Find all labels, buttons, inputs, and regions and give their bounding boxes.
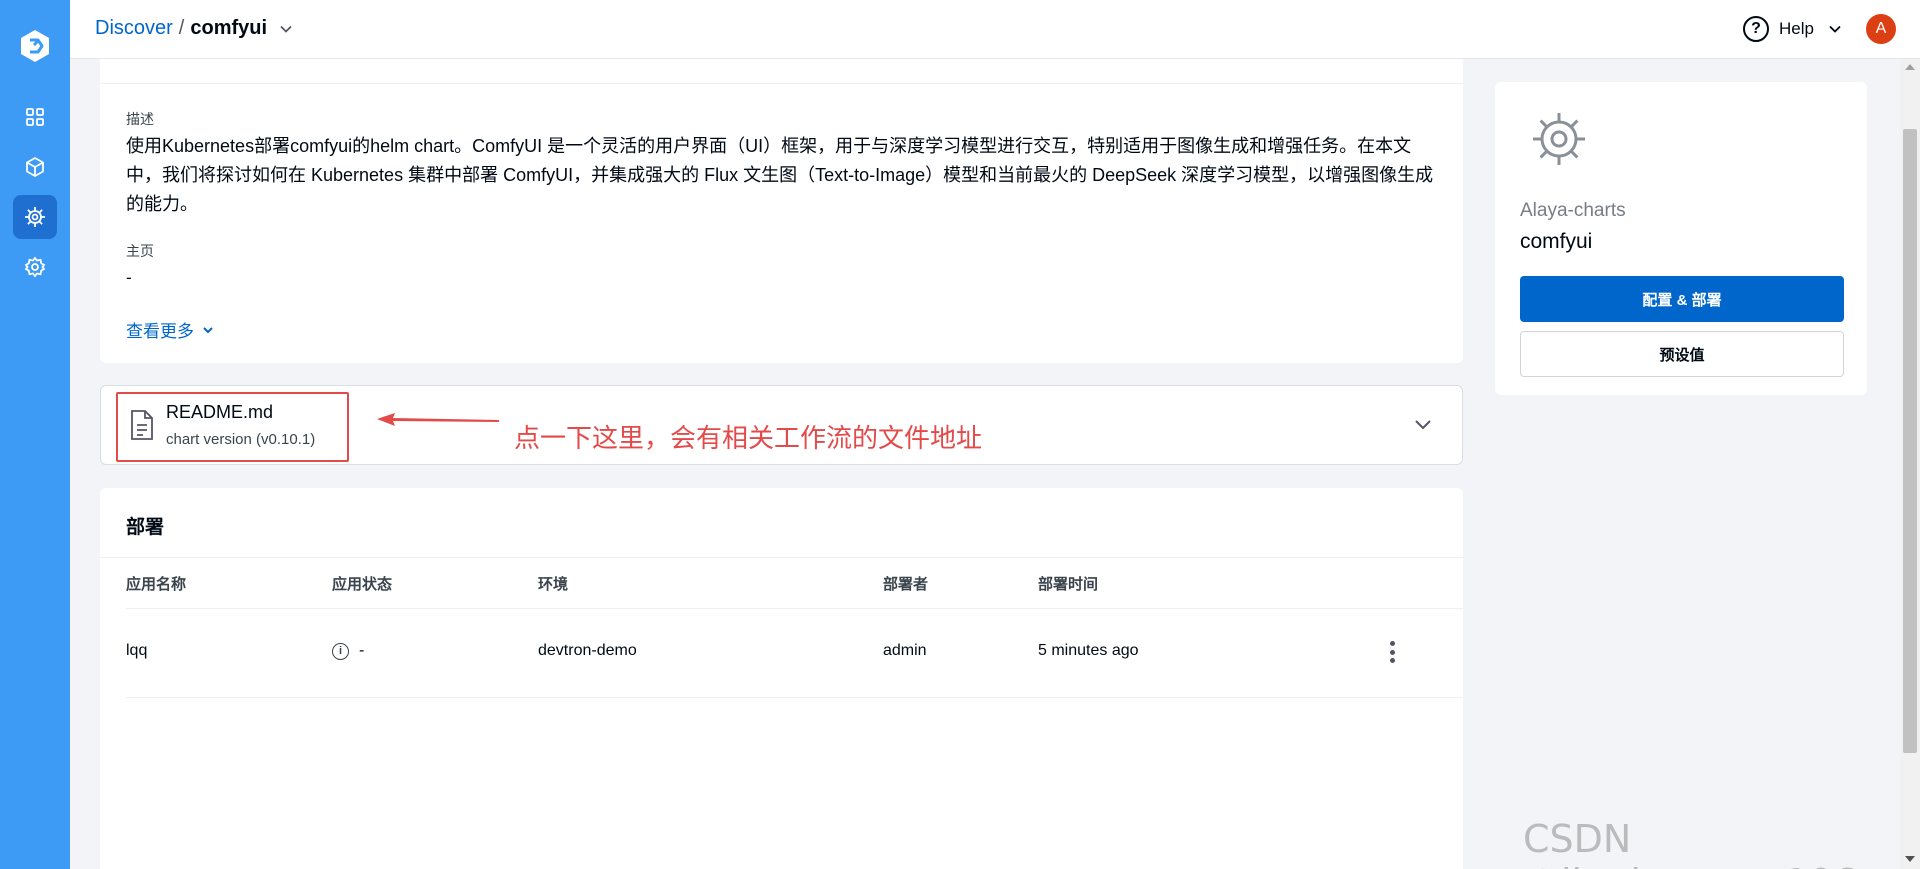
row-environment: devtron-demo: [538, 642, 637, 659]
column-header-deployed-at: 部署时间: [1038, 576, 1099, 593]
help-menu[interactable]: ? Help A: [1743, 14, 1896, 44]
chart-version-label: chart version (v0.10.1): [166, 431, 316, 448]
deployments-title: 部署: [126, 517, 165, 538]
preset-values-button[interactable]: 预设值: [1520, 331, 1844, 377]
row-deployed-by: admin: [883, 642, 927, 659]
helm-wheel-icon: [25, 207, 45, 227]
gear-icon: [24, 256, 46, 278]
show-more-link[interactable]: 查看更多: [126, 317, 214, 342]
configure-deploy-button[interactable]: 配置 & 部署: [1520, 276, 1844, 322]
homepage-label: 主页: [126, 243, 154, 259]
deployments-card: 部署 应用名称 应用状态 环境 部署者 部署时间 lqq i - devtron…: [100, 488, 1463, 869]
divider: [100, 557, 1463, 558]
row-app-status-value: -: [359, 642, 365, 659]
divider: [100, 83, 1463, 84]
breadcrumb-current-chart: comfyui: [190, 17, 268, 39]
row-deployed-at: 5 minutes ago: [1038, 642, 1139, 659]
row-app-name-link[interactable]: lqq: [126, 642, 147, 660]
cube-icon: [26, 157, 44, 177]
breadcrumb-discover-link[interactable]: Discover: [95, 17, 173, 40]
divider: [126, 608, 1463, 609]
chevron-down-icon: [1829, 25, 1841, 33]
row-more-options-icon[interactable]: [1390, 641, 1396, 663]
description-text: 使用Kubernetes部署comfyui的helm chart。ComfyUI…: [126, 136, 1434, 214]
apps-grid-icon: [26, 108, 44, 126]
chevron-down-icon[interactable]: [279, 22, 293, 36]
column-header-app-name: 应用名称: [126, 576, 187, 593]
help-label: Help: [1779, 19, 1814, 38]
divider: [126, 697, 1463, 698]
annotation-text: 点一下这里，会有相关工作流的文件地址: [514, 423, 983, 453]
chevron-down-icon: [203, 326, 213, 333]
nav-resource-browser[interactable]: [13, 145, 57, 189]
homepage-value: -: [126, 268, 132, 287]
top-bar: Discover / comfyui ? Help A: [70, 0, 1920, 59]
sidebar: [0, 0, 70, 869]
nav-global-configurations[interactable]: [13, 245, 57, 289]
column-header-environment: 环境: [538, 576, 569, 593]
nav-chart-store[interactable]: [13, 195, 57, 239]
row-app-status: i -: [332, 642, 364, 660]
watermark: CSDN @liuqingquan106: [1523, 817, 1857, 869]
chart-repo-name: Alaya-charts: [1520, 200, 1626, 221]
scrollbar-thumb[interactable]: [1903, 129, 1917, 753]
user-avatar[interactable]: A: [1866, 14, 1896, 44]
nav-applications[interactable]: [13, 95, 57, 139]
column-header-deployed-by: 部署者: [883, 576, 929, 593]
help-circle-icon: ?: [1743, 16, 1770, 42]
file-document-icon: [131, 410, 153, 440]
chart-description-card: 描述 使用Kubernetes部署comfyui的helm chart。Comf…: [100, 59, 1463, 363]
chart-info-card: Alaya-charts comfyui 配置 & 部署 预设值: [1495, 82, 1867, 395]
info-icon[interactable]: i: [332, 642, 349, 660]
breadcrumb-separator: /: [178, 17, 185, 39]
devtron-logo-icon[interactable]: [17, 28, 53, 64]
readme-title[interactable]: README.md: [166, 402, 273, 423]
breadcrumb: Discover / comfyui: [95, 17, 293, 40]
chevron-down-icon[interactable]: [1414, 418, 1432, 432]
chart-name: comfyui: [1520, 230, 1593, 253]
column-header-app-status: 应用状态: [332, 576, 393, 593]
scroll-up-arrow-icon[interactable]: [1905, 64, 1915, 70]
helm-chart-placeholder-icon: [1533, 113, 1585, 165]
description-label: 描述: [126, 111, 154, 127]
annotation-arrow-icon: [377, 413, 499, 426]
show-more-label: 查看更多: [126, 322, 194, 341]
